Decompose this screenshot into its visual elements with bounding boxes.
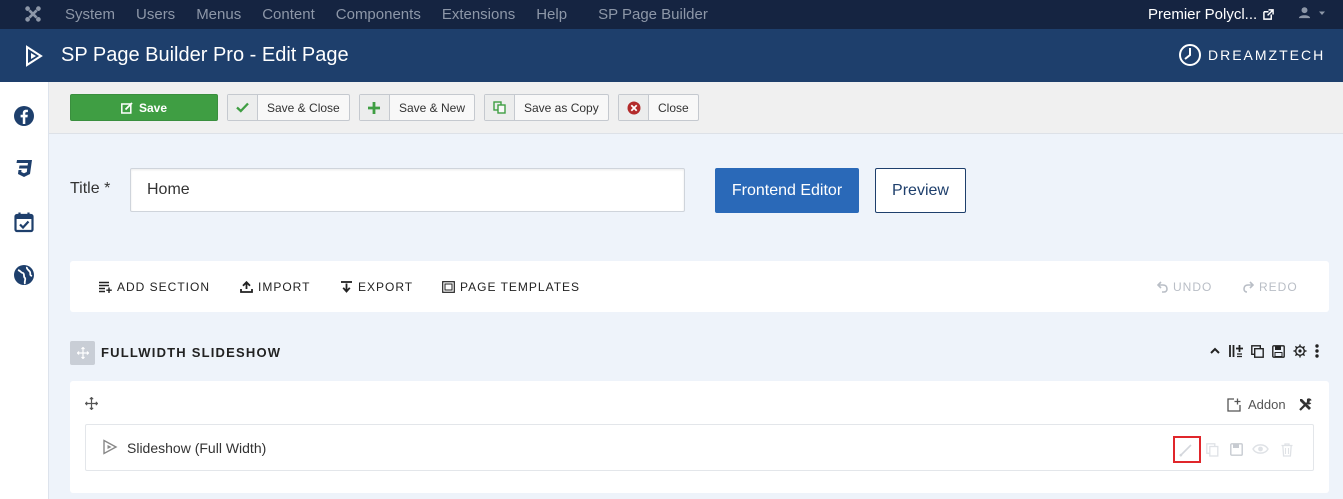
copy-icon xyxy=(1206,443,1219,457)
user-icon xyxy=(1298,7,1311,19)
save-label: Save xyxy=(138,100,168,115)
export-button[interactable]: EXPORT xyxy=(340,261,413,312)
brand-name: DREAMZTECH xyxy=(1208,47,1326,63)
copy-icon xyxy=(485,95,515,120)
save-icon xyxy=(1230,443,1243,456)
title-label: Title * xyxy=(70,180,111,197)
download-icon xyxy=(341,280,352,293)
undo-icon xyxy=(1157,280,1168,293)
menu-components[interactable]: Components xyxy=(336,6,421,23)
save-addon-button[interactable] xyxy=(1230,443,1243,456)
save-as-copy-button[interactable]: Save as Copy xyxy=(484,94,609,121)
close-button[interactable]: Close xyxy=(618,94,699,121)
add-section-label: ADD SECTION xyxy=(117,279,211,294)
css3-icon[interactable] xyxy=(13,157,35,179)
preview-button[interactable]: Preview xyxy=(875,168,966,213)
tools-icon xyxy=(1299,398,1312,411)
builder-toolbar: ADD SECTION IMPORT EXPORT PAGE TEMPLATES… xyxy=(70,261,1329,312)
addon-item[interactable] xyxy=(85,424,1314,471)
dreamztech-logo-icon xyxy=(1179,44,1201,66)
save-new-label: Save & New xyxy=(398,100,466,115)
close-circle-icon xyxy=(619,95,649,120)
section-title: FULLWIDTH SLIDESHOW xyxy=(101,345,282,360)
columns-add-icon[interactable] xyxy=(1229,344,1243,358)
redo-icon xyxy=(1243,280,1254,293)
calendar-check-icon[interactable] xyxy=(13,211,35,233)
move-icon xyxy=(84,396,99,411)
redo-label: REDO xyxy=(1259,279,1298,294)
save-as-copy-label: Save as Copy xyxy=(524,100,599,115)
menu-menus[interactable]: Menus xyxy=(196,6,241,23)
sidebar xyxy=(0,82,49,499)
save-button[interactable]: Save xyxy=(70,94,218,121)
plus-icon xyxy=(360,95,390,120)
add-addon-icon xyxy=(1227,397,1241,412)
menu-users[interactable]: Users xyxy=(136,6,175,23)
undo-button[interactable]: UNDO xyxy=(1157,261,1212,312)
close-label: Close xyxy=(658,100,689,115)
site-name: Premier Polycl... xyxy=(1148,6,1258,23)
eye-icon xyxy=(1252,444,1269,454)
add-addon-button[interactable]: Addon xyxy=(1227,397,1286,412)
globe-icon[interactable] xyxy=(13,264,35,286)
title-input[interactable] xyxy=(130,168,685,212)
slideshow-icon xyxy=(103,439,118,455)
admin-topbar: System Users Menus Content Components Ex… xyxy=(0,0,1343,29)
joomla-logo-icon[interactable] xyxy=(24,5,42,23)
page-templates-label: PAGE TEMPLATES xyxy=(460,279,581,294)
frontend-editor-button[interactable]: Frontend Editor xyxy=(715,168,859,213)
site-link[interactable]: Premier Polycl... xyxy=(1148,0,1275,29)
page-header: SP Page Builder Pro - Edit Page DREAMZTE… xyxy=(0,29,1343,82)
brand-logo: DREAMZTECH xyxy=(1178,43,1325,67)
user-menu[interactable] xyxy=(1298,6,1327,19)
section-move-handle[interactable] xyxy=(70,341,95,365)
save-section-icon[interactable] xyxy=(1272,344,1285,358)
facebook-icon[interactable] xyxy=(13,105,35,127)
page-templates-button[interactable]: PAGE TEMPLATES xyxy=(442,261,580,312)
column-move-handle[interactable] xyxy=(84,396,99,415)
move-icon xyxy=(76,347,89,359)
import-label: IMPORT xyxy=(258,279,311,294)
edit-addon-button[interactable] xyxy=(1173,436,1201,463)
addon-name: Slideshow (Full Width) xyxy=(127,440,267,456)
caret-down-icon xyxy=(1319,11,1325,15)
upload-icon xyxy=(240,280,253,293)
toggle-visibility-button[interactable] xyxy=(1252,443,1269,455)
menu-sp-page-builder[interactable]: SP Page Builder xyxy=(598,6,708,23)
page-title: SP Page Builder Pro - Edit Page xyxy=(61,44,349,66)
import-button[interactable]: IMPORT xyxy=(240,261,310,312)
menu-extensions[interactable]: Extensions xyxy=(442,6,515,23)
trash-icon xyxy=(1281,443,1293,457)
duplicate-icon[interactable] xyxy=(1251,344,1264,358)
admin-menu: System Users Menus Content Components Ex… xyxy=(65,0,729,29)
check-icon xyxy=(228,95,258,120)
section-tools xyxy=(1201,344,1319,358)
addon-label: Addon xyxy=(1248,397,1286,412)
redo-button[interactable]: REDO xyxy=(1243,261,1298,312)
export-label: EXPORT xyxy=(358,279,414,294)
save-close-button[interactable]: Save & Close xyxy=(227,94,350,121)
add-section-button[interactable]: ADD SECTION xyxy=(99,261,210,312)
more-vertical-icon[interactable] xyxy=(1315,344,1319,358)
menu-help[interactable]: Help xyxy=(536,6,567,23)
save-close-label: Save & Close xyxy=(267,100,340,115)
edit-icon xyxy=(121,101,133,114)
add-section-icon xyxy=(99,281,112,293)
template-icon xyxy=(442,280,455,293)
menu-content[interactable]: Content xyxy=(262,6,315,23)
column-settings-button[interactable] xyxy=(1298,397,1313,417)
sp-page-builder-icon xyxy=(26,45,43,67)
menu-system[interactable]: System xyxy=(65,6,115,23)
pencil-icon xyxy=(1179,444,1192,457)
chevron-up-icon[interactable] xyxy=(1209,345,1221,357)
settings-gear-icon[interactable] xyxy=(1293,344,1307,358)
undo-label: UNDO xyxy=(1173,279,1213,294)
save-new-button[interactable]: Save & New xyxy=(359,94,475,121)
external-link-icon xyxy=(1263,9,1275,20)
toolbar: Save Save & Close Save & New Save as Cop… xyxy=(49,82,1343,134)
duplicate-addon-button[interactable] xyxy=(1206,443,1219,457)
delete-addon-button[interactable] xyxy=(1281,443,1293,457)
